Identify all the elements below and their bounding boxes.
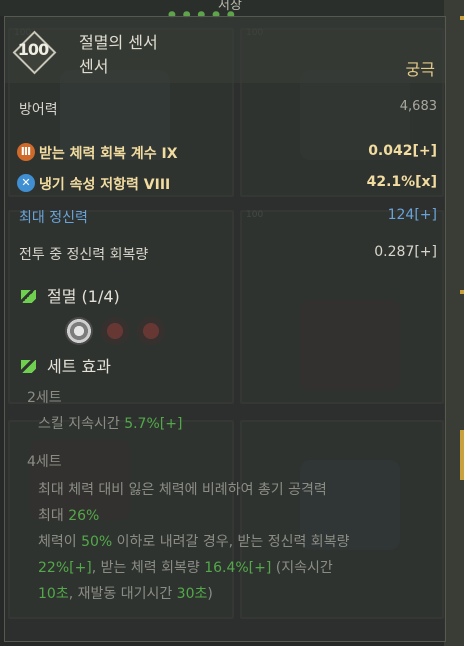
set-icon: [21, 290, 36, 303]
base-stat-value: 4,683: [399, 99, 437, 114]
blue-cross-icon: ✕: [17, 174, 35, 192]
set-icon: [21, 360, 36, 373]
set-tier-effect: 최대 체력 대비 잃은 체력에 비례하여 총기 공격력 최대 26% 체력이 5…: [38, 482, 350, 602]
extra-stat-value: 0.287[+]: [374, 244, 437, 260]
item-grade: 궁극: [405, 60, 435, 79]
set-name-heading: 절멸 (1/4): [21, 283, 120, 307]
tooltip-header: 100 절멸의 센서 센서 궁극: [5, 17, 445, 83]
set-tier-label: 2세트: [27, 390, 62, 406]
item-name: 절멸의 센서: [79, 33, 158, 52]
set-piece-icon[interactable]: [137, 317, 165, 345]
extra-stat-row: 최대 정신력 124[+]: [19, 207, 437, 227]
option-value: 42.1%[x]: [366, 174, 437, 190]
option-label: 받는 체력 회복 계수 IX: [39, 146, 178, 162]
option-row: Ⅲ 받는 체력 회복 계수 IX 0.042[+]: [17, 143, 437, 163]
option-row: ✕ 냉기 속성 저항력 VIII 42.1%[x]: [17, 174, 437, 194]
option-label: 냉기 속성 저항력 VIII: [39, 177, 171, 193]
set-piece-icon[interactable]: [65, 317, 93, 345]
set-piece-icon[interactable]: [101, 317, 129, 345]
set-effects-heading: 세트 효과: [21, 353, 111, 377]
inventory-header: 저장 ● ● ● ● ●: [0, 0, 464, 20]
set-tier-label: 4세트: [27, 454, 62, 470]
side-panel-edge: [444, 0, 464, 646]
option-value: 0.042[+]: [368, 143, 437, 159]
item-tooltip: 100 절멸의 센서 센서 궁극 방어력 4,683 Ⅲ 받는 체력 회복 계수…: [4, 16, 446, 642]
orange-rune-icon: Ⅲ: [17, 143, 35, 161]
extra-stat-label: 최대 정신력: [19, 210, 88, 226]
item-type: 센서: [79, 57, 109, 76]
extra-stat-row: 전투 중 정신력 회복량 0.287[+]: [19, 244, 437, 264]
base-stat-row: 방어력 4,683: [19, 99, 437, 119]
level-badge: 100: [12, 30, 57, 75]
extra-stat-value: 124[+]: [387, 207, 437, 223]
set-tier-effect: 스킬 지속시간 5.7%[+]: [38, 416, 183, 432]
extra-stat-label: 전투 중 정신력 회복량: [19, 247, 149, 263]
base-stat-label: 방어력: [19, 102, 58, 118]
item-level: 100: [17, 40, 49, 59]
